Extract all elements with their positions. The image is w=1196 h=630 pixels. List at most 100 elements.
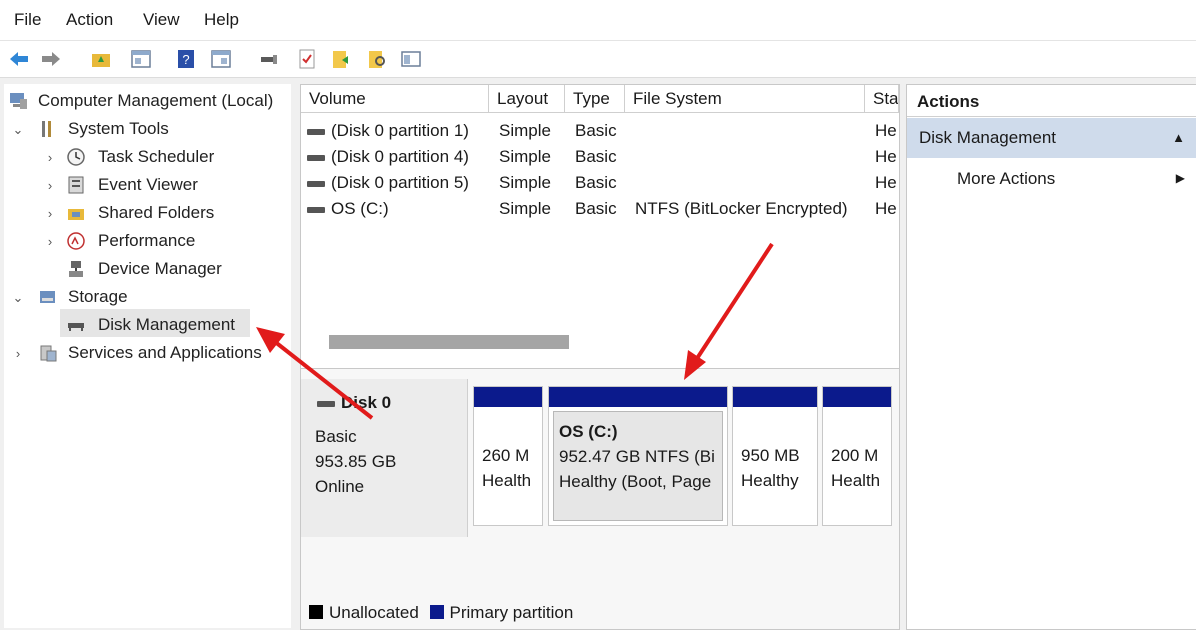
disk-icon [307,128,325,135]
menu-view[interactable]: View [143,10,180,30]
table-row[interactable]: (Disk 0 partition 5) Simple Basic He [301,170,899,196]
disk-icon [307,206,325,213]
search-folder-icon[interactable] [366,48,388,70]
volume-layout: Simple [499,147,551,166]
partition-size: 260 M [482,446,530,465]
volume-fs: NTFS (BitLocker Encrypted) [635,199,848,218]
column-header-status[interactable]: Sta [865,85,899,113]
disk-map: Disk 0 Basic 953.85 GB Online 260 M Healt… [300,368,900,630]
volume-type: Basic [575,173,617,192]
chevron-right-icon[interactable]: › [44,150,56,165]
submenu-arrow-icon[interactable]: ▶ [1176,171,1185,185]
column-header-type[interactable]: Type [565,85,625,113]
disk-name: Disk 0 [341,393,392,412]
partition-status: Healthy (Boot, Page [559,472,712,491]
volume-name: (Disk 0 partition 4) [331,147,469,166]
partition-block[interactable]: 200 M Health [822,386,892,526]
volume-type: Basic [575,121,617,140]
partition-color-bar [549,387,727,407]
collapse-up-icon[interactable]: ▲ [1172,118,1185,158]
navigation-tree: Computer Management (Local) ⌄ System Too… [4,84,291,628]
disk-info[interactable]: Disk 0 Basic 953.85 GB Online [301,379,468,537]
actions-section-disk-management[interactable]: Disk Management ▲ [907,118,1196,158]
disk-title: Disk 0 [317,393,391,413]
volume-status: He [875,121,897,140]
system-tools-icon [42,121,51,137]
event-viewer-icon [68,176,84,194]
partition-status: Healthy [741,471,799,490]
services-icon [40,345,57,362]
menu-bar: File Action View Help [0,0,1196,41]
tree-label: Task Scheduler [98,147,215,166]
new-folder-icon[interactable] [330,48,352,70]
disk-type: Basic [315,427,357,446]
partition-label: OS (C:) [559,422,618,441]
partition-color-bar [733,387,817,407]
volume-status: He [875,147,897,166]
volume-layout: Simple [499,199,551,218]
forward-arrow-icon[interactable] [40,48,62,70]
disk-management-icon [68,323,84,331]
chevron-right-icon[interactable]: › [44,178,56,193]
volume-type: Basic [575,147,617,166]
partition-block[interactable]: 950 MB Healthy [732,386,818,526]
actions-title: Actions [907,85,1196,117]
volume-status: He [875,199,897,218]
chevron-right-icon[interactable]: › [12,346,24,361]
storage-icon [40,291,55,303]
tree-label: Disk Management [98,315,236,334]
shared-folders-icon [68,209,84,220]
chevron-right-icon[interactable]: › [44,234,56,249]
connect-icon[interactable] [258,48,280,70]
properties-pane-icon[interactable] [210,48,232,70]
actions-pane: Actions Disk Management ▲ More Actions ▶ [906,84,1196,630]
primary-swatch [429,605,444,619]
partition-size: 950 MB [741,446,800,465]
partition-color-bar [474,387,542,407]
up-folder-icon[interactable] [90,48,112,70]
tree-label: System Tools [68,119,169,138]
tree-label: Shared Folders [98,203,215,222]
back-arrow-icon[interactable] [8,48,30,70]
more-actions-item[interactable]: More Actions [957,169,1055,189]
partition-status: Health [831,471,881,490]
disk-icon [307,154,325,161]
tree-label: Performance [98,231,196,250]
window-icon[interactable] [400,48,422,70]
column-header-file-system[interactable]: File System [625,85,865,113]
partition-status: Health [482,471,532,490]
clock-icon [67,148,85,166]
partition-block[interactable]: 260 M Health [473,386,543,526]
show-hide-tree-icon[interactable] [130,48,152,70]
chevron-down-icon[interactable]: ⌄ [12,122,24,138]
chevron-right-icon[interactable]: › [44,206,56,221]
tree-label: Services and Applications [68,343,262,362]
legend: Unallocated Primary partition [309,603,573,623]
column-header-volume[interactable]: Volume [301,85,489,113]
help-icon[interactable]: ? [175,48,197,70]
table-row[interactable]: (Disk 0 partition 4) Simple Basic He [301,144,899,170]
table-row[interactable]: OS (C:) Simple Basic NTFS (BitLocker Enc… [301,196,899,222]
column-header-layout[interactable]: Layout [489,85,565,113]
check-list-icon[interactable] [296,48,318,70]
disk-icon [317,400,335,407]
tree-label: Storage [68,287,128,306]
device-manager-icon [69,261,83,277]
computer-management-icon [10,93,27,109]
volume-layout: Simple [499,121,551,140]
partition-size: 200 M [831,446,879,465]
tree-label: Device Manager [98,259,222,278]
legend-primary: Primary partition [449,603,574,622]
actions-section-label: Disk Management [919,128,1057,147]
disk-icon [307,180,325,187]
menu-help[interactable]: Help [204,10,239,30]
table-row[interactable]: (Disk 0 partition 1) Simple Basic He [301,118,899,144]
menu-action[interactable]: Action [66,10,113,30]
disk-state: Online [315,477,365,496]
volume-name: (Disk 0 partition 5) [331,173,469,192]
chevron-down-icon[interactable]: ⌄ [12,290,24,306]
partition-block-os[interactable]: OS (C:) 952.47 GB NTFS (Bi Healthy (Boot… [548,386,728,526]
horizontal-scrollbar[interactable] [329,335,569,349]
volume-layout: Simple [499,173,551,192]
menu-file[interactable]: File [14,10,41,30]
